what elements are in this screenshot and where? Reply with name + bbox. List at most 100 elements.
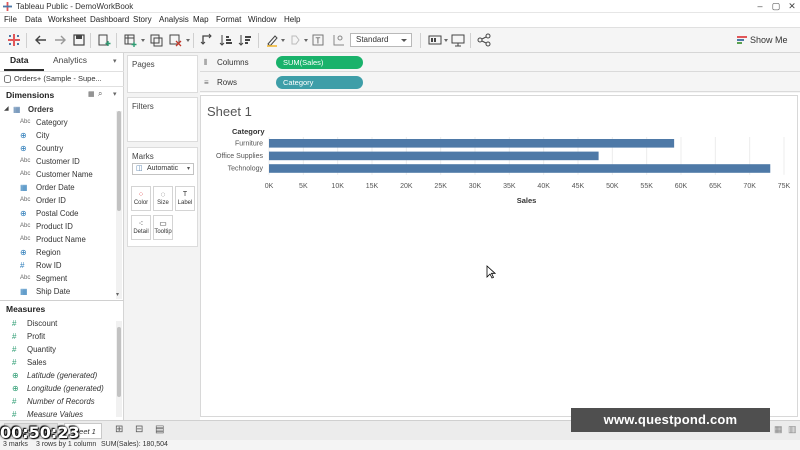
share-icon[interactable] bbox=[476, 32, 492, 48]
close-button[interactable]: ✕ bbox=[784, 0, 800, 13]
menu-format[interactable]: Format bbox=[216, 15, 241, 24]
dimension-field[interactable]: Abc Segment bbox=[0, 272, 114, 285]
dimension-field[interactable]: Abc Customer Name bbox=[0, 168, 114, 181]
clear-sheet-icon[interactable] bbox=[167, 32, 183, 48]
duplicate-sheet-icon[interactable] bbox=[148, 32, 164, 48]
dimensions-scrollbar[interactable] bbox=[116, 111, 122, 299]
chevron-down-icon[interactable] bbox=[281, 39, 285, 42]
search-icon[interactable]: ⌕ bbox=[98, 89, 102, 99]
columns-pill[interactable]: SUM(Sales) bbox=[276, 56, 363, 69]
datasource-item[interactable]: Orders+ (Sample - Supe... bbox=[0, 71, 124, 87]
menu-file[interactable]: File bbox=[4, 15, 17, 24]
maximize-button[interactable]: ▢ bbox=[768, 0, 784, 13]
menu-window[interactable]: Window bbox=[248, 15, 276, 24]
menu-map[interactable]: Map bbox=[193, 15, 209, 24]
new-datasource-icon[interactable] bbox=[96, 32, 112, 48]
menu-data[interactable]: Data bbox=[25, 15, 42, 24]
fit-dropdown[interactable]: Standard bbox=[350, 33, 412, 47]
show-mark-labels-icon[interactable]: T bbox=[310, 32, 326, 48]
save-icon[interactable] bbox=[71, 32, 87, 48]
bar-chart[interactable]: Category Furniture Office Supplies Technolo… bbox=[201, 96, 797, 416]
measure-field[interactable]: # Number of Records bbox=[0, 395, 114, 408]
color-button[interactable]: ⁘ Color bbox=[131, 186, 151, 211]
chevron-down-icon[interactable] bbox=[141, 39, 145, 42]
bar[interactable] bbox=[269, 164, 771, 173]
chevron-down-icon[interactable] bbox=[444, 39, 448, 42]
scrollbar-thumb[interactable] bbox=[117, 111, 121, 211]
dimension-field[interactable]: Abc Product Name bbox=[0, 233, 114, 246]
measure-field[interactable]: # Profit bbox=[0, 330, 114, 343]
dimension-field[interactable]: ⊕ City bbox=[0, 129, 114, 142]
dimension-field[interactable]: # Row ID bbox=[0, 259, 114, 272]
dimension-field[interactable]: ⊕ Postal Code bbox=[0, 207, 114, 220]
dimension-field[interactable]: ▦ Ship Date bbox=[0, 285, 114, 298]
new-story-tab-icon[interactable]: ▤ bbox=[155, 424, 164, 435]
label-button[interactable]: T Label bbox=[175, 186, 195, 211]
highlight-icon[interactable] bbox=[264, 32, 280, 48]
minimize-button[interactable]: – bbox=[752, 0, 768, 13]
chevron-down-icon[interactable]: ▾ bbox=[113, 90, 117, 98]
menu-dashboard[interactable]: Dashboard bbox=[90, 15, 129, 24]
dimension-field[interactable]: Abc Customer ID bbox=[0, 155, 114, 168]
fix-axes-icon[interactable] bbox=[330, 32, 346, 48]
dimension-field[interactable]: Abc Product ID bbox=[0, 220, 114, 233]
measure-field[interactable]: ⊕ Latitude (generated) bbox=[0, 369, 114, 382]
measure-field[interactable]: # Discount bbox=[0, 317, 114, 330]
measure-field[interactable]: # Quantity bbox=[0, 343, 114, 356]
measure-field[interactable]: # Sales bbox=[0, 356, 114, 369]
new-worksheet-icon[interactable] bbox=[122, 32, 138, 48]
tab-analytics[interactable]: Analytics bbox=[53, 55, 87, 69]
new-worksheet-tab-icon[interactable]: ⊞ bbox=[115, 424, 123, 435]
mark-type-dropdown[interactable]: ◫ Automatic ▾ bbox=[132, 163, 194, 175]
menu-worksheet[interactable]: Worksheet bbox=[48, 15, 86, 24]
chevron-down-icon[interactable]: ▾ bbox=[113, 57, 117, 65]
menu-help[interactable]: Help bbox=[284, 15, 300, 24]
scroll-down-icon[interactable]: ▾ bbox=[116, 291, 119, 298]
filters-card[interactable]: Filters bbox=[127, 97, 198, 142]
tooltip-button[interactable]: ▭ Tooltip bbox=[153, 215, 173, 240]
dimension-field[interactable]: ⊕ Country bbox=[0, 142, 114, 155]
group-members-icon[interactable] bbox=[287, 32, 303, 48]
scrollbar-thumb[interactable] bbox=[117, 327, 121, 397]
undo-icon[interactable] bbox=[33, 32, 49, 48]
x-tick-label: 0K bbox=[265, 183, 274, 190]
measure-field[interactable]: ⊕ Longitude (generated) bbox=[0, 382, 114, 395]
rows-icon: ≡ bbox=[204, 78, 209, 87]
view-toggle-icon[interactable]: ▦ bbox=[88, 90, 95, 98]
presentation-mode-icon[interactable] bbox=[450, 32, 466, 48]
bar[interactable] bbox=[269, 151, 599, 161]
size-button[interactable]: ◌ Size bbox=[153, 186, 173, 211]
sort-descending-icon[interactable] bbox=[237, 32, 253, 48]
grid-view-icon[interactable]: ▥ bbox=[788, 424, 797, 435]
bar[interactable] bbox=[269, 139, 675, 148]
chevron-down-icon[interactable] bbox=[186, 39, 190, 42]
columns-shelf[interactable]: ⦀ Columns SUM(Sales) bbox=[200, 53, 800, 72]
sort-ascending-icon[interactable] bbox=[218, 32, 234, 48]
dimension-field-label: Segment bbox=[36, 274, 68, 283]
show-cards-icon[interactable] bbox=[427, 32, 443, 48]
table-orders[interactable]: ◢ ▦ Orders bbox=[0, 103, 114, 116]
dimension-field[interactable]: Abc Order ID bbox=[0, 194, 114, 207]
toolbar-divider bbox=[193, 33, 194, 48]
pages-card[interactable]: Pages bbox=[127, 55, 198, 93]
tab-data[interactable]: Data bbox=[10, 55, 28, 69]
swap-rows-columns-icon[interactable] bbox=[199, 32, 215, 48]
menu-analysis[interactable]: Analysis bbox=[159, 15, 189, 24]
menu-story[interactable]: Story bbox=[133, 15, 152, 24]
redo-icon[interactable] bbox=[52, 32, 68, 48]
tableau-home-icon[interactable] bbox=[6, 32, 22, 48]
detail-button-label: Detail bbox=[133, 229, 149, 235]
measures-scrollbar[interactable] bbox=[116, 321, 122, 417]
dimension-field[interactable]: ⊕ Region bbox=[0, 246, 114, 259]
dimension-field[interactable]: ▦ Order Date bbox=[0, 181, 114, 194]
rows-shelf[interactable]: ≡ Rows Category bbox=[200, 73, 800, 92]
rows-pill[interactable]: Category bbox=[276, 76, 363, 89]
chevron-down-icon[interactable] bbox=[304, 39, 308, 42]
show-me-button[interactable]: Show Me bbox=[737, 33, 788, 47]
detail-button[interactable]: ⁖ Detail bbox=[131, 215, 151, 240]
expand-toggle-icon[interactable]: ◢ bbox=[4, 103, 9, 116]
dimension-field[interactable]: Abc Category bbox=[0, 116, 114, 129]
new-dashboard-tab-icon[interactable]: ⊟ bbox=[135, 424, 143, 435]
worksheet-canvas[interactable]: Sheet 1 Category Furniture Office Supplies… bbox=[200, 95, 798, 417]
film-strip-icon[interactable]: ▦ bbox=[774, 424, 783, 435]
